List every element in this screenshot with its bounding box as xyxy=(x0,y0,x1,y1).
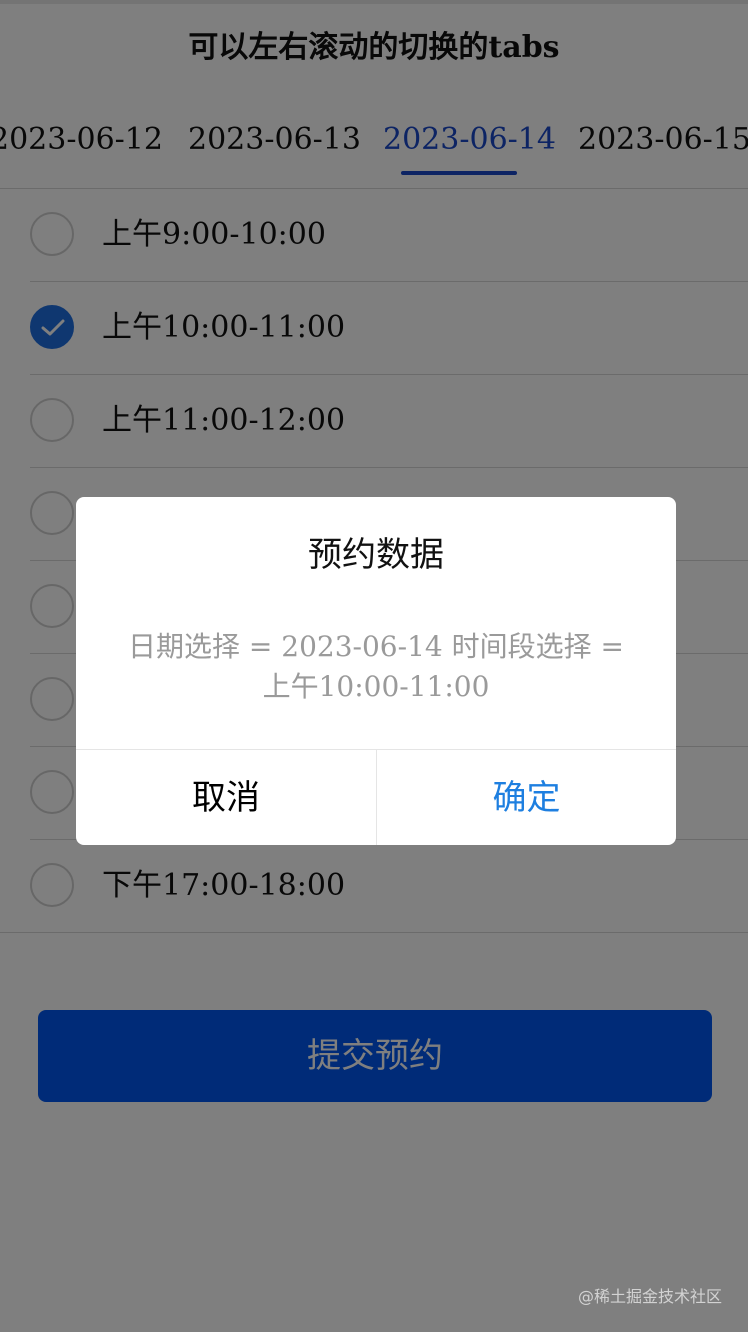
cancel-button[interactable]: 取消 xyxy=(76,750,376,845)
watermark: @稀土掘金技术社区 xyxy=(577,1287,722,1306)
confirm-button[interactable]: 确定 xyxy=(376,750,676,845)
dialog-footer: 取消 确定 xyxy=(76,749,676,845)
confirm-dialog: 预约数据 日期选择 = 2023-06-14 时间段选择 = 上午10:00-1… xyxy=(76,497,676,845)
dialog-title: 预约数据 xyxy=(308,535,444,575)
dialog-message: 日期选择 = 2023-06-14 时间段选择 = 上午10:00-11:00 xyxy=(128,630,624,703)
